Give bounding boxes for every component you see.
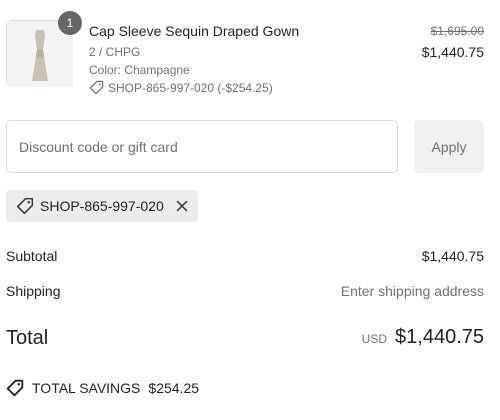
tag-icon [89, 80, 104, 95]
product-discount-text: SHOP-865-997-020 (-$254.25) [108, 80, 273, 95]
product-variant: 2 / CHPG [89, 45, 141, 59]
tag-icon [6, 379, 24, 397]
total-savings: TOTAL SAVINGS $254.25 [6, 379, 199, 397]
total-value: $1,440.75 [395, 326, 484, 348]
total-label: Total [6, 327, 49, 349]
total-savings-label: TOTAL SAVINGS [32, 380, 141, 396]
applied-discount-chip: SHOP-865-997-020 [6, 190, 198, 222]
product-discount-line: SHOP-865-997-020 (-$254.25) [89, 80, 273, 95]
remove-discount-button[interactable] [176, 200, 188, 212]
total-amount: USD $1,440.75 [362, 326, 484, 349]
subtotal-value: $1,440.75 [421, 248, 484, 264]
apply-button[interactable]: Apply [414, 120, 484, 173]
shipping-value: Enter shipping address [340, 283, 484, 299]
tag-icon [16, 197, 34, 215]
quantity-badge: 1 [58, 11, 82, 35]
close-icon [176, 200, 187, 212]
product-color: Color: Champagne [89, 63, 190, 77]
applied-discount-code: SHOP-865-997-020 [40, 198, 164, 214]
current-price: $1,440.75 [421, 44, 484, 60]
product-title: Cap Sleeve Sequin Draped Gown [89, 23, 300, 39]
original-price: $1,695.00 [430, 24, 484, 38]
discount-code-input[interactable] [6, 120, 398, 173]
subtotal-label: Subtotal [6, 248, 58, 264]
shipping-label: Shipping [6, 283, 61, 299]
total-savings-value: $254.25 [148, 380, 200, 396]
currency-code: USD [361, 332, 388, 346]
